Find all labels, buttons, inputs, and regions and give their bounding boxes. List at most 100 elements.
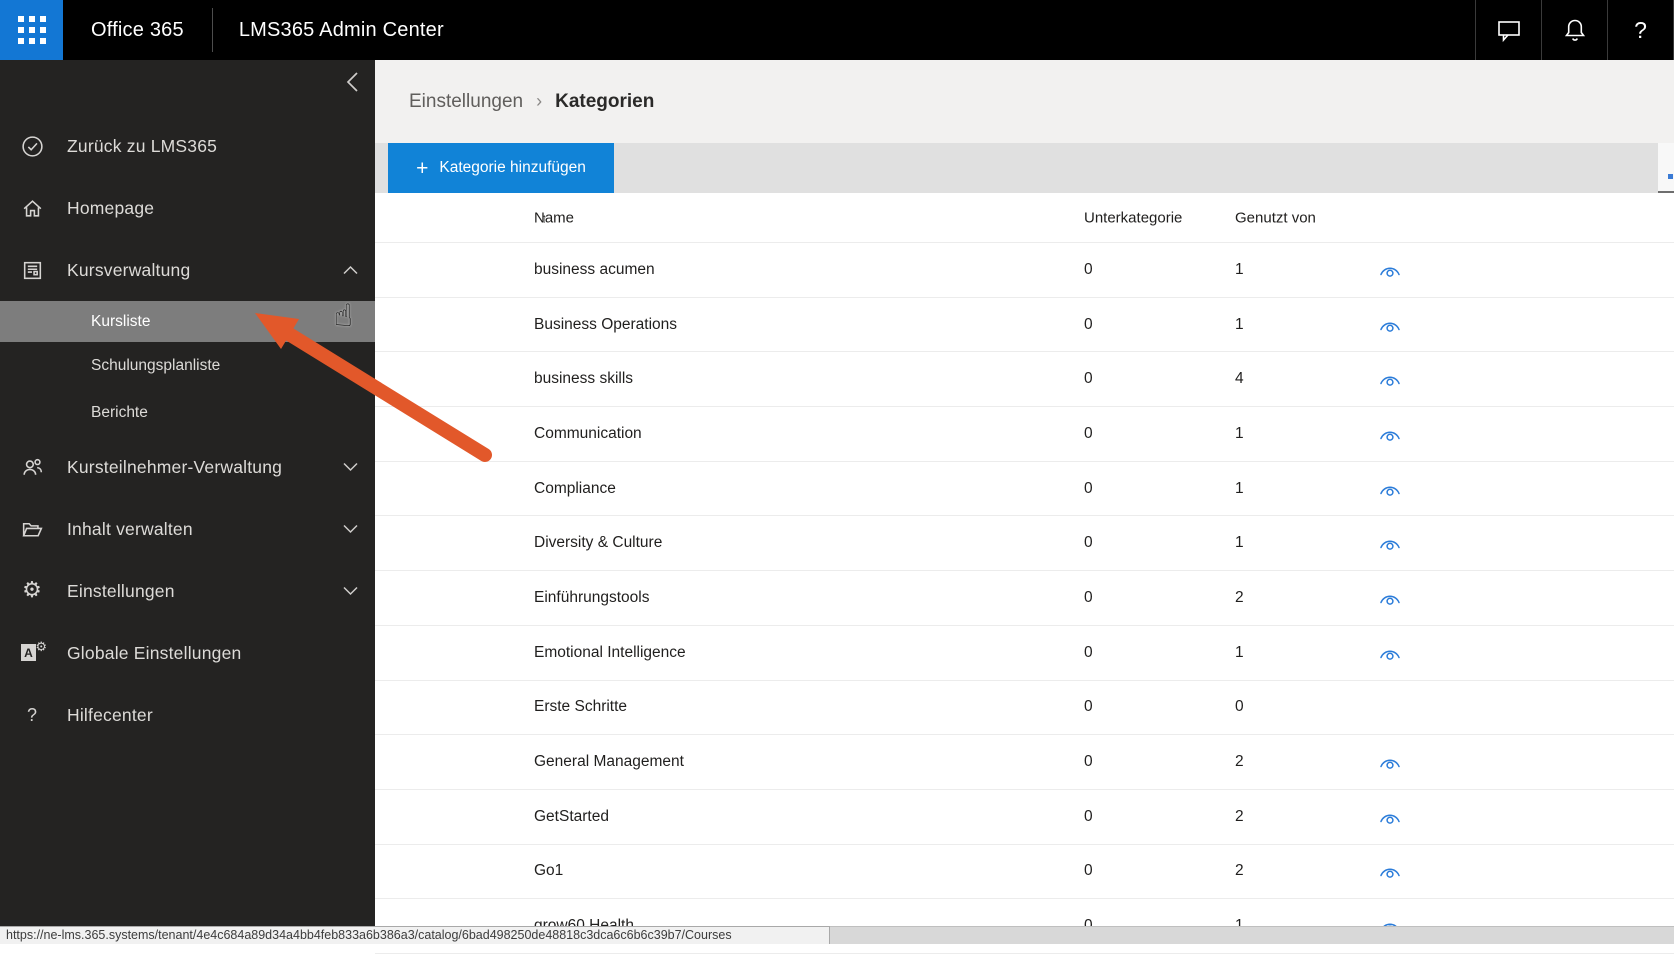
sidebar-item-label: Hilfecenter <box>67 704 153 725</box>
used-by-count: 1 <box>1235 424 1244 442</box>
chevron-down-icon[interactable] <box>341 462 359 472</box>
category-name: Emotional Intelligence <box>534 643 686 661</box>
category-name: Einführungstools <box>534 588 650 606</box>
brand-office365[interactable]: Office 365 <box>91 19 184 42</box>
sidebar-subitem-kursliste[interactable]: Kursliste <box>0 301 375 342</box>
used-by-count: 1 <box>1235 315 1244 333</box>
view-eye-icon[interactable] <box>1379 864 1401 879</box>
add-category-button[interactable]: + Kategorie hinzufügen <box>388 143 614 193</box>
sidebar-item-hilfecenter[interactable]: ? Hilfecenter <box>0 684 375 746</box>
sidebar-item-zur-ck-zu-lms365[interactable]: Zurück zu LMS365 <box>0 115 375 177</box>
table-row[interactable]: Communication 0 1 <box>375 407 1674 462</box>
sidebar-item-einstellungen[interactable]: ⚙ Einstellungen <box>0 560 375 622</box>
folder-icon <box>18 517 46 542</box>
help-button[interactable]: ? <box>1607 0 1674 60</box>
command-bar: + Kategorie hinzufügen <box>375 143 1674 193</box>
used-by-count: 2 <box>1235 753 1244 771</box>
sidebar-subitem-berichte[interactable]: Berichte <box>0 389 375 436</box>
table-row[interactable]: business skills 0 4 <box>375 352 1674 408</box>
category-name: business acumen <box>534 260 655 278</box>
topbar-divider <box>211 8 213 52</box>
used-by-count: 4 <box>1235 370 1244 388</box>
chevron-down-icon[interactable] <box>341 524 359 534</box>
used-by-count: 1 <box>1235 534 1244 552</box>
sidebar-item-kursverwaltung[interactable]: Kursverwaltung <box>0 239 375 301</box>
clipped-panel <box>1658 143 1674 193</box>
breadcrumb-einstellungen[interactable]: Einstellungen <box>409 91 523 113</box>
category-name: Communication <box>534 424 642 442</box>
app-launcher-icon[interactable] <box>0 0 63 60</box>
top-bar: Office 365 LMS365 Admin Center ? <box>0 0 1674 60</box>
view-eye-icon[interactable] <box>1379 809 1401 824</box>
used-by-count: 0 <box>1235 698 1244 716</box>
table-row[interactable]: Einführungstools 0 2 <box>375 571 1674 626</box>
sidebar-collapse-button[interactable] <box>0 60 375 104</box>
table-row[interactable]: Business Operations 0 1 <box>375 298 1674 353</box>
check-circle-icon <box>18 134 46 159</box>
used-by-count: 1 <box>1235 643 1244 661</box>
category-name: Go1 <box>534 862 564 880</box>
chat-button[interactable] <box>1475 0 1541 60</box>
view-eye-icon[interactable] <box>1379 426 1401 441</box>
table-row[interactable]: business acumen 0 1 <box>375 243 1674 298</box>
column-header-used-by[interactable]: Genutzt von <box>1235 209 1316 226</box>
sidebar-nav: Zurück zu LMS365 Homepage Kursverwaltung… <box>0 115 375 746</box>
subcategory-count: 0 <box>1084 260 1093 278</box>
category-name: business skills <box>534 370 634 388</box>
question-icon: ? <box>26 704 37 725</box>
view-eye-icon[interactable] <box>1379 755 1401 770</box>
view-eye-icon[interactable] <box>1379 645 1401 660</box>
topbar-actions: ? <box>1475 0 1674 60</box>
column-header-subcategory[interactable]: Unterkategorie <box>1084 209 1182 226</box>
chevron-down-icon[interactable] <box>341 586 359 596</box>
subcategory-count: 0 <box>1084 315 1093 333</box>
view-eye-icon[interactable] <box>1379 372 1401 387</box>
used-by-count: 2 <box>1235 588 1244 606</box>
chevron-up-icon[interactable] <box>341 265 359 275</box>
table-row[interactable]: Erste Schritte 0 0 <box>375 681 1674 736</box>
used-by-count: 2 <box>1235 862 1244 880</box>
view-eye-icon[interactable] <box>1379 536 1401 551</box>
table-row[interactable]: Emotional Intelligence 0 1 <box>375 626 1674 681</box>
table-header: Name ↑ Unterkategorie Genutzt von <box>375 193 1674 243</box>
table-row[interactable]: GetStarted 0 2 <box>375 790 1674 845</box>
subcategory-count: 0 <box>1084 753 1093 771</box>
sort-ascending-icon: ↑ <box>541 210 548 225</box>
table-row[interactable]: Go1 0 2 <box>375 845 1674 900</box>
table-row[interactable]: General Management 0 2 <box>375 735 1674 790</box>
sidebar-item-homepage[interactable]: Homepage <box>0 177 375 239</box>
sidebar-item-globale-einstellungen[interactable]: A ⚙ Globale Einstellungen <box>0 622 375 684</box>
table-row[interactable]: Compliance 0 1 <box>375 462 1674 517</box>
view-eye-icon[interactable] <box>1379 317 1401 332</box>
notifications-button[interactable] <box>1541 0 1607 60</box>
app-title: LMS365 Admin Center <box>238 18 444 41</box>
sidebar-item-label: Homepage <box>67 197 155 218</box>
subcategory-count: 0 <box>1084 534 1093 552</box>
people-icon <box>18 455 46 480</box>
chevron-left-icon <box>346 72 358 92</box>
plus-icon: + <box>416 156 429 180</box>
page-title: Kategorien <box>555 90 655 112</box>
bell-icon <box>1564 19 1585 41</box>
view-eye-icon[interactable] <box>1379 262 1401 277</box>
sidebar-item-label: Globale Einstellungen <box>67 642 242 663</box>
admin-icon: A ⚙ <box>18 640 47 664</box>
home-icon <box>18 196 46 221</box>
subcategory-count: 0 <box>1084 643 1093 661</box>
category-name: Business Operations <box>534 315 678 333</box>
subcategory-count: 0 <box>1084 479 1093 497</box>
sidebar-item-inhalt-verwalten[interactable]: Inhalt verwalten <box>0 498 375 560</box>
main-content: Einstellungen › Kategorien + Kategorie h… <box>375 60 1674 954</box>
subcategory-count: 0 <box>1084 370 1093 388</box>
sidebar: Zurück zu LMS365 Homepage Kursverwaltung… <box>0 60 375 944</box>
sidebar-item-kursteilnehmer-verwaltung[interactable]: Kursteilnehmer-Verwaltung <box>0 436 375 498</box>
table-row[interactable]: Diversity & Culture 0 1 <box>375 516 1674 572</box>
view-eye-icon[interactable] <box>1379 481 1401 496</box>
subcategory-count: 0 <box>1084 588 1093 606</box>
chat-icon <box>1497 21 1520 43</box>
view-eye-icon[interactable] <box>1379 590 1401 605</box>
category-name: Diversity & Culture <box>534 534 663 552</box>
sidebar-item-label: Inhalt verwalten <box>67 518 193 539</box>
category-name: GetStarted <box>534 807 609 825</box>
sidebar-subitem-schulungsplanliste[interactable]: Schulungsplanliste <box>0 342 375 389</box>
